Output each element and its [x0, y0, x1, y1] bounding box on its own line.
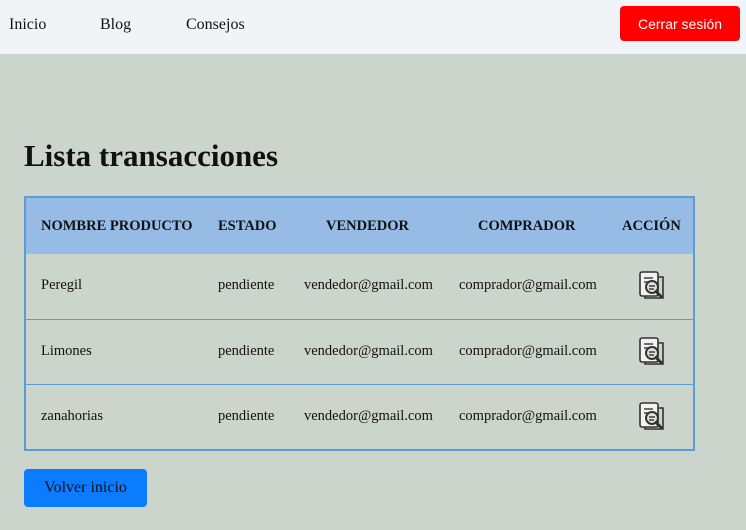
column-header-product: NOMBRE PRODUCTO	[41, 218, 193, 234]
column-header-seller: VENDEDOR	[326, 218, 409, 234]
nav-link-blog[interactable]: Blog	[100, 16, 131, 34]
page-title: Lista transacciones	[24, 138, 279, 173]
search-document-icon[interactable]	[635, 335, 667, 367]
nav-link-inicio[interactable]: Inicio	[9, 16, 46, 34]
cell-status: pendiente	[218, 408, 275, 424]
cell-buyer: comprador@gmail.com	[459, 277, 597, 293]
cell-seller: vendedor@gmail.com	[304, 277, 433, 293]
table-header: NOMBRE PRODUCTO ESTADO VENDEDOR COMPRADO…	[26, 198, 693, 254]
cell-product: zanahorias	[41, 408, 103, 424]
search-document-icon[interactable]	[635, 269, 667, 301]
cell-status: pendiente	[218, 277, 275, 293]
back-home-button[interactable]: Volver inicio	[24, 469, 147, 507]
table-row: Limones pendiente vendedor@gmail.com com…	[26, 319, 693, 384]
table-row: Peregil pendiente vendedor@gmail.com com…	[26, 254, 693, 319]
logout-button[interactable]: Cerrar sesión	[620, 6, 740, 41]
column-header-buyer: COMPRADOR	[478, 218, 576, 234]
cell-product: Limones	[41, 343, 92, 359]
top-navbar: Inicio Blog Consejos Cerrar sesión	[0, 0, 746, 54]
cell-seller: vendedor@gmail.com	[304, 408, 433, 424]
nav-link-consejos[interactable]: Consejos	[186, 16, 245, 34]
transactions-table: NOMBRE PRODUCTO ESTADO VENDEDOR COMPRADO…	[24, 196, 695, 451]
cell-seller: vendedor@gmail.com	[304, 343, 433, 359]
table-row: zanahorias pendiente vendedor@gmail.com …	[26, 384, 693, 449]
cell-status: pendiente	[218, 343, 275, 359]
cell-buyer: comprador@gmail.com	[459, 343, 597, 359]
cell-product: Peregil	[41, 277, 83, 293]
column-header-status: ESTADO	[218, 218, 277, 234]
cell-buyer: comprador@gmail.com	[459, 408, 597, 424]
column-header-action: ACCIÓN	[622, 218, 681, 234]
search-document-icon[interactable]	[635, 400, 667, 432]
